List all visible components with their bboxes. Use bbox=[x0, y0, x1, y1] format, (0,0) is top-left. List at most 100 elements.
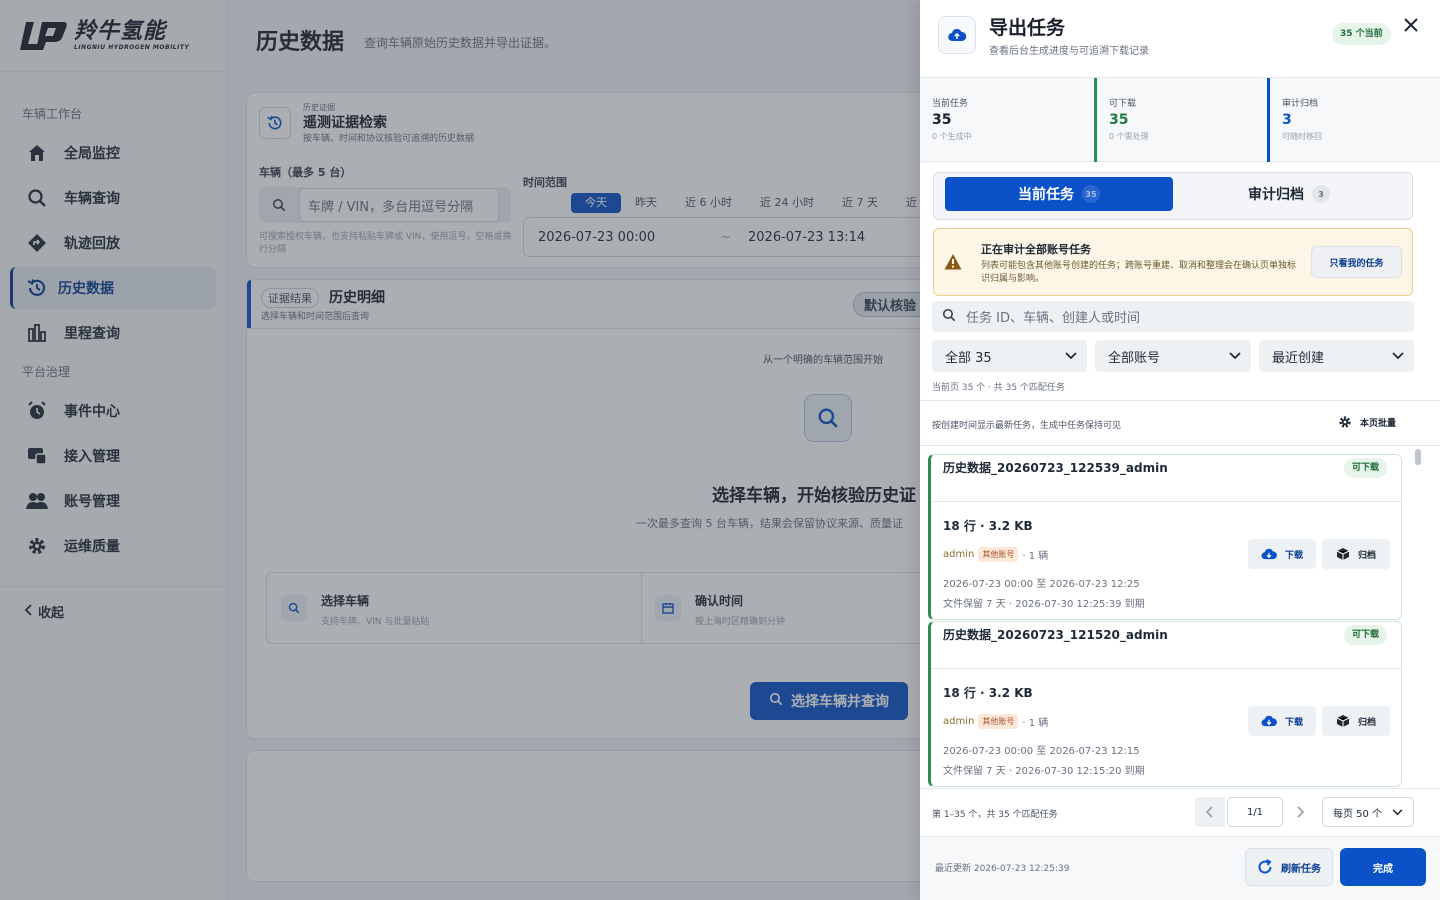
select-value: 全部账号 bbox=[1108, 350, 1161, 366]
stat-value: 3 bbox=[1282, 112, 1292, 128]
search-icon bbox=[942, 308, 956, 326]
page-size-select[interactable]: 每页 50 个 bbox=[1322, 797, 1414, 827]
close-icon bbox=[1404, 18, 1418, 32]
archive-button[interactable]: 归档 bbox=[1322, 706, 1390, 736]
tab-count: 35 bbox=[1082, 185, 1100, 203]
box-icon bbox=[1336, 715, 1350, 727]
owner-tag: 其他账号 bbox=[978, 714, 1019, 729]
current-count-badge: 35 个当前 bbox=[1332, 23, 1391, 45]
page-size-value: 每页 50 个 bbox=[1333, 808, 1383, 820]
task-stats: 当前任务 35 0 个生成中 可下载 35 0 个需处理 审计归档 3 可随时移… bbox=[920, 78, 1440, 162]
refresh-label: 刷新任务 bbox=[1281, 863, 1321, 875]
task-tabs: 当前任务 35 审计归档 3 bbox=[933, 172, 1413, 220]
tab-audit-archive[interactable]: 审计归档 3 bbox=[1175, 177, 1403, 211]
download-label: 下载 bbox=[1284, 550, 1303, 561]
search-placeholder: 任务 ID、车辆、创建人或时间 bbox=[966, 311, 1140, 326]
task-head: 历史数据_20260723_122539_admin 可下载 bbox=[931, 455, 1401, 502]
cloud-download-icon bbox=[1261, 548, 1277, 560]
box-icon bbox=[1336, 548, 1350, 560]
task-card[interactable]: 历史数据_20260723_122539_admin 可下载 18 行 · 3.… bbox=[928, 454, 1402, 620]
chevron-down-icon bbox=[1229, 352, 1241, 360]
match-count: 当前页 35 个 · 共 35 个匹配任务 bbox=[932, 383, 1065, 393]
status-filter-select[interactable]: 全部 35 bbox=[932, 340, 1087, 372]
task-range: 2026-07-23 00:00 至 2026-07-23 12:15 bbox=[943, 746, 1140, 757]
last-update: 最近更新 2026-07-23 12:25:39 bbox=[935, 864, 1070, 874]
task-meta: admin 其他账号 · 1 辆 bbox=[943, 547, 1048, 562]
cloud-download-icon bbox=[1261, 715, 1277, 727]
task-vehicles: · 1 辆 bbox=[1022, 551, 1049, 562]
stat-value: 35 bbox=[932, 112, 952, 128]
sort-description: 按创建时间显示最新任务，生成中任务保持可见 bbox=[932, 421, 1122, 431]
task-list-scrollbar[interactable] bbox=[1412, 446, 1424, 788]
stat-label: 审计归档 bbox=[1282, 99, 1319, 109]
select-value: 最近创建 bbox=[1272, 350, 1325, 366]
archive-label: 归档 bbox=[1357, 550, 1376, 561]
refresh-tasks-button[interactable]: 刷新任务 bbox=[1245, 848, 1333, 886]
task-meta: admin 其他账号 · 1 辆 bbox=[943, 714, 1048, 729]
stat-value: 35 bbox=[1109, 112, 1129, 128]
download-button[interactable]: 下载 bbox=[1248, 706, 1316, 736]
prev-page-button[interactable] bbox=[1195, 797, 1225, 827]
task-owner: admin bbox=[943, 549, 975, 560]
chevron-down-icon bbox=[1392, 352, 1404, 360]
archive-button[interactable]: 归档 bbox=[1322, 539, 1390, 569]
stat-label: 当前任务 bbox=[932, 99, 969, 109]
task-name: 历史数据_20260723_122539_admin bbox=[943, 461, 1168, 475]
download-label: 下载 bbox=[1284, 717, 1303, 728]
task-name: 历史数据_20260723_121520_admin bbox=[943, 628, 1168, 642]
task-card[interactable]: 历史数据_20260723_121520_admin 可下载 18 行 · 3.… bbox=[928, 621, 1402, 787]
warning-desc: 列表可能包含其他账号创建的任务；跨账号重建、取消和整理会在确认页单独标识归属与影… bbox=[981, 261, 1297, 284]
sort-row: 按创建时间显示最新任务，生成中任务保持可见 本页批量 bbox=[920, 400, 1440, 446]
drawer-footer: 最近更新 2026-07-23 12:25:39 刷新任务 完成 bbox=[920, 836, 1440, 900]
chevron-left-icon bbox=[1206, 806, 1213, 818]
status-badge: 可下载 bbox=[1344, 458, 1388, 478]
drawer-subtitle: 查看后台生成进度与可追溯下载记录 bbox=[989, 46, 1149, 57]
close-drawer-button[interactable] bbox=[1400, 14, 1422, 36]
tab-label: 当前任务 bbox=[1018, 187, 1074, 203]
select-value: 全部 35 bbox=[945, 350, 992, 366]
stat-downloadable[interactable]: 可下载 35 0 个需处理 bbox=[1094, 78, 1268, 162]
drawer-header: 导出任务 查看后台生成进度与可追溯下载记录 35 个当前 bbox=[920, 0, 1440, 78]
task-retention: 文件保留 7 天 · 2026-07-30 12:15:20 到期 bbox=[943, 766, 1145, 777]
stat-label: 可下载 bbox=[1109, 99, 1137, 109]
warning-title: 正在审计全部账号任务 bbox=[981, 243, 1091, 256]
task-head: 历史数据_20260723_121520_admin 可下载 bbox=[931, 622, 1401, 669]
stat-desc: 0 个需处理 bbox=[1109, 132, 1149, 141]
next-page-button[interactable] bbox=[1285, 797, 1315, 827]
stat-archived[interactable]: 审计归档 3 可随时移回 bbox=[1267, 78, 1440, 162]
tab-count: 3 bbox=[1312, 185, 1330, 203]
only-my-tasks-button[interactable]: 只看我的任务 bbox=[1311, 246, 1402, 278]
sort-select[interactable]: 最近创建 bbox=[1259, 340, 1414, 372]
task-range: 2026-07-23 00:00 至 2026-07-23 12:25 bbox=[943, 579, 1140, 590]
audit-warning: 正在审计全部账号任务 列表可能包含其他账号创建的任务；跨账号重建、取消和整理会在… bbox=[933, 228, 1413, 296]
chevron-right-icon bbox=[1297, 806, 1304, 818]
page-batch-button[interactable]: 本页批量 bbox=[1338, 415, 1396, 429]
task-owner: admin bbox=[943, 716, 975, 727]
chevron-down-icon bbox=[1065, 352, 1077, 360]
page-number[interactable]: 1/1 bbox=[1227, 797, 1283, 827]
cloud-upload-icon bbox=[938, 16, 976, 54]
gear-icon bbox=[1339, 416, 1351, 428]
archive-label: 归档 bbox=[1357, 717, 1376, 728]
task-size: 18 行 · 3.2 KB bbox=[943, 519, 1033, 533]
stat-desc: 0 个生成中 bbox=[932, 132, 972, 141]
pager-summary: 第 1–35 个，共 35 个匹配任务 bbox=[932, 810, 1058, 820]
task-search-input[interactable]: 任务 ID、车辆、创建人或时间 bbox=[932, 301, 1414, 332]
status-badge: 可下载 bbox=[1344, 625, 1388, 645]
task-vehicles: · 1 辆 bbox=[1022, 718, 1049, 729]
modal-overlay[interactable] bbox=[0, 0, 920, 900]
owner-tag: 其他账号 bbox=[978, 547, 1019, 562]
scrollbar-thumb[interactable] bbox=[1415, 449, 1421, 465]
task-retention: 文件保留 7 天 · 2026-07-30 12:25:39 到期 bbox=[943, 599, 1145, 610]
account-filter-select[interactable]: 全部账号 bbox=[1095, 340, 1251, 372]
chevron-down-icon bbox=[1392, 808, 1403, 815]
stat-current[interactable]: 当前任务 35 0 个生成中 bbox=[920, 78, 1094, 162]
batch-label: 本页批量 bbox=[1360, 418, 1397, 429]
download-button[interactable]: 下载 bbox=[1248, 539, 1316, 569]
task-size: 18 行 · 3.2 KB bbox=[943, 686, 1033, 700]
export-tasks-drawer: 导出任务 查看后台生成进度与可追溯下载记录 35 个当前 当前任务 35 0 个… bbox=[920, 0, 1440, 900]
warning-icon bbox=[944, 254, 962, 270]
tab-current-tasks[interactable]: 当前任务 35 bbox=[945, 177, 1173, 211]
tab-label: 审计归档 bbox=[1248, 187, 1304, 203]
done-button[interactable]: 完成 bbox=[1340, 848, 1426, 886]
